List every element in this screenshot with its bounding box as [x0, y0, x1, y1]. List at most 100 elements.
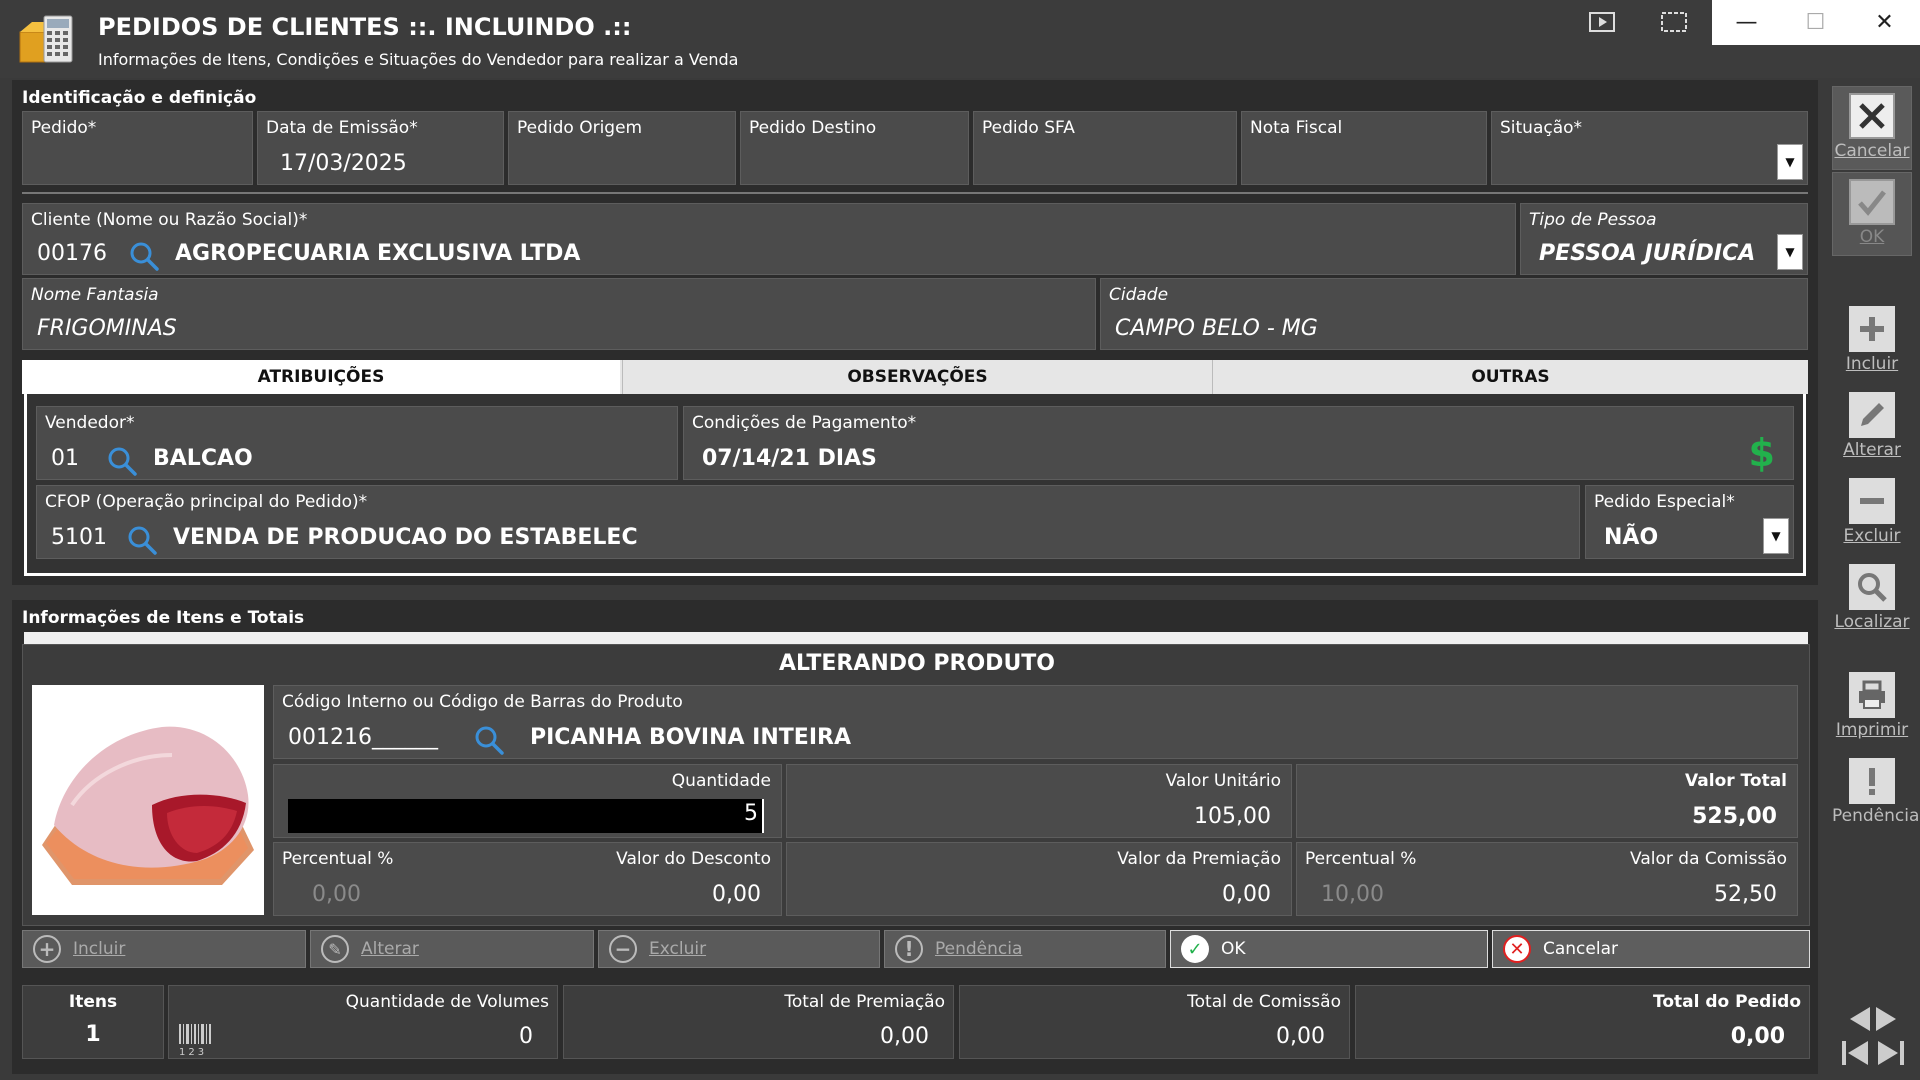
pencil-icon: ✎: [321, 935, 349, 963]
barcode-caption: 123: [179, 1047, 208, 1058]
pedido-destino-field[interactable]: Pedido Destino: [740, 111, 969, 185]
pedido-field[interactable]: Pedido*: [22, 111, 253, 185]
incluir-item-button[interactable]: + Incluir: [22, 930, 306, 968]
plus-icon: +: [33, 935, 61, 963]
sidebar-imprimir-label: Imprimir: [1835, 720, 1909, 740]
cliente-field[interactable]: Cliente (Nome ou Razão Social)* 00176 AG…: [22, 203, 1516, 275]
title-bar: PEDIDOS DE CLIENTES ::. INCLUINDO .:: In…: [0, 0, 1920, 78]
cancelar-item-button[interactable]: ✕ Cancelar: [1492, 930, 1810, 968]
comissao-total: Total de Comissão 0,00: [959, 985, 1350, 1059]
sidebar-incluir-button[interactable]: Incluir: [1832, 300, 1912, 384]
pendencia-item-button[interactable]: ! Pendência: [884, 930, 1166, 968]
search-icon[interactable]: [127, 525, 157, 559]
maximize-button[interactable]: ☐: [1781, 0, 1850, 45]
prev-next-icon[interactable]: [1848, 1004, 1898, 1034]
perc-desconto-label: Percentual %: [282, 849, 394, 869]
condicoes-pagamento-value: 07/14/21 DIAS: [702, 446, 877, 471]
cidade-field[interactable]: Cidade CAMPO BELO - MG: [1100, 278, 1808, 350]
valor-desconto-value: 0,00: [712, 882, 761, 907]
alert-icon: [1849, 758, 1895, 804]
nota-fiscal-field[interactable]: Nota Fiscal: [1241, 111, 1487, 185]
tipo-pessoa-field[interactable]: Tipo de Pessoa PESSOA JURÍDICA ▼: [1520, 203, 1808, 275]
pendencia-item-label: Pendência: [935, 939, 1023, 959]
tipo-pessoa-dropdown-button[interactable]: ▼: [1777, 234, 1803, 270]
plus-icon: [1849, 306, 1895, 352]
app-logo-icon: [16, 10, 76, 68]
valor-unitario-value: 105,00: [1194, 804, 1271, 829]
search-icon[interactable]: [129, 241, 159, 275]
alterar-item-button[interactable]: ✎ Alterar: [310, 930, 594, 968]
cancelar-item-label: Cancelar: [1543, 939, 1618, 959]
quantidade-field[interactable]: Quantidade 5: [273, 764, 782, 838]
minimize-button[interactable]: —: [1712, 0, 1781, 45]
cidade-label: Cidade: [1109, 285, 1169, 305]
cfop-code: 5101: [51, 525, 107, 550]
nome-fantasia-value: FRIGOMINAS: [37, 316, 177, 341]
tab-outras[interactable]: OUTRAS: [1212, 360, 1808, 394]
data-emissao-label: Data de Emissão*: [266, 118, 418, 138]
perc-comissao-label: Percentual %: [1305, 849, 1417, 869]
desconto-field[interactable]: Percentual % 0,00 Valor do Desconto 0,00: [273, 842, 782, 916]
valor-comissao-label: Valor da Comissão: [1630, 849, 1787, 869]
pedido-sfa-field[interactable]: Pedido SFA: [973, 111, 1237, 185]
screen-capture-icon[interactable]: [1660, 11, 1688, 33]
premiacao-field[interactable]: Valor da Premiação 0,00: [786, 842, 1292, 916]
nome-fantasia-field[interactable]: Nome Fantasia FRIGOMINAS: [22, 278, 1096, 350]
first-last-icon[interactable]: [1840, 1038, 1906, 1068]
close-button[interactable]: ✕: [1850, 0, 1919, 45]
window-subtitle: Informações de Itens, Condições e Situaç…: [98, 50, 739, 69]
vendedor-code: 01: [51, 446, 79, 471]
printer-icon: [1849, 672, 1895, 718]
valor-total-field[interactable]: Valor Total 525,00: [1296, 764, 1798, 838]
search-icon[interactable]: [107, 446, 137, 480]
search-icon[interactable]: [474, 725, 504, 759]
identificacao-section-title: Identificação e definição: [22, 88, 257, 108]
premiacao-total-label: Total de Premiação: [784, 992, 945, 1012]
codigo-produto-field[interactable]: Código Interno ou Código de Barras do Pr…: [273, 685, 1798, 759]
quantidade-label: Quantidade: [671, 771, 771, 791]
sidebar-ok-button[interactable]: OK: [1832, 172, 1912, 256]
excluir-item-button[interactable]: − Excluir: [598, 930, 880, 968]
codigo-produto-label: Código Interno ou Código de Barras do Pr…: [282, 692, 683, 712]
pedido-especial-dropdown-button[interactable]: ▼: [1763, 518, 1789, 554]
ok-item-button[interactable]: ✓ OK: [1170, 930, 1488, 968]
valor-unitario-field[interactable]: Valor Unitário 105,00: [786, 764, 1292, 838]
situacao-field[interactable]: Situação* ▼: [1491, 111, 1808, 185]
comissao-field[interactable]: Percentual % 10,00 Valor da Comissão 52,…: [1296, 842, 1798, 916]
dollar-icon[interactable]: $: [1749, 433, 1775, 473]
chevron-down-icon: ▼: [1785, 245, 1795, 259]
valor-unitario-label: Valor Unitário: [1165, 771, 1281, 791]
pedido-especial-field[interactable]: Pedido Especial* NÃO ▼: [1585, 485, 1794, 559]
tab-observacoes[interactable]: OBSERVAÇÕES: [622, 360, 1212, 394]
pedido-destino-label: Pedido Destino: [749, 118, 877, 138]
sidebar-imprimir-button[interactable]: Imprimir: [1832, 666, 1912, 750]
cliente-code: 00176: [37, 241, 107, 266]
tab-bar: ATRIBUIÇÕES OBSERVAÇÕES OUTRAS: [22, 360, 1808, 394]
sidebar-excluir-button[interactable]: Excluir: [1832, 472, 1912, 556]
vendedor-field[interactable]: Vendedor* 01 BALCAO: [36, 406, 678, 480]
data-emissao-field[interactable]: Data de Emissão* 17/03/2025: [257, 111, 504, 185]
tipo-pessoa-value: PESSOA JURÍDICA: [1539, 241, 1756, 266]
cfop-field[interactable]: CFOP (Operação principal do Pedido)* 510…: [36, 485, 1580, 559]
quantidade-value: 5: [744, 801, 758, 826]
tab-atribuicoes[interactable]: ATRIBUIÇÕES: [22, 360, 620, 394]
sidebar-alterar-button[interactable]: Alterar: [1832, 386, 1912, 470]
valor-desconto-label: Valor do Desconto: [616, 849, 771, 869]
vendedor-label: Vendedor*: [45, 413, 135, 433]
condicoes-pagamento-field[interactable]: Condições de Pagamento* 07/14/21 DIAS $: [683, 406, 1794, 480]
situacao-dropdown-button[interactable]: ▼: [1777, 144, 1803, 180]
play-icon[interactable]: [1588, 11, 1616, 33]
excluir-item-label: Excluir: [649, 939, 707, 959]
chevron-down-icon: ▼: [1785, 155, 1795, 169]
situacao-label: Situação*: [1500, 118, 1583, 138]
sidebar-localizar-button[interactable]: Localizar: [1832, 558, 1912, 642]
valor-total-label: Valor Total: [1685, 771, 1787, 791]
premiacao-total-value: 0,00: [880, 1024, 929, 1049]
pedido-origem-field[interactable]: Pedido Origem: [508, 111, 736, 185]
cfop-label: CFOP (Operação principal do Pedido)*: [45, 492, 368, 512]
sidebar-cancelar-button[interactable]: Cancelar: [1832, 86, 1912, 170]
itens-total-value: 1: [85, 1022, 101, 1047]
quantidade-input[interactable]: 5: [288, 799, 764, 833]
itens-total-label: Itens: [68, 992, 118, 1012]
sidebar-pendencia-button[interactable]: Pendência: [1832, 752, 1919, 836]
